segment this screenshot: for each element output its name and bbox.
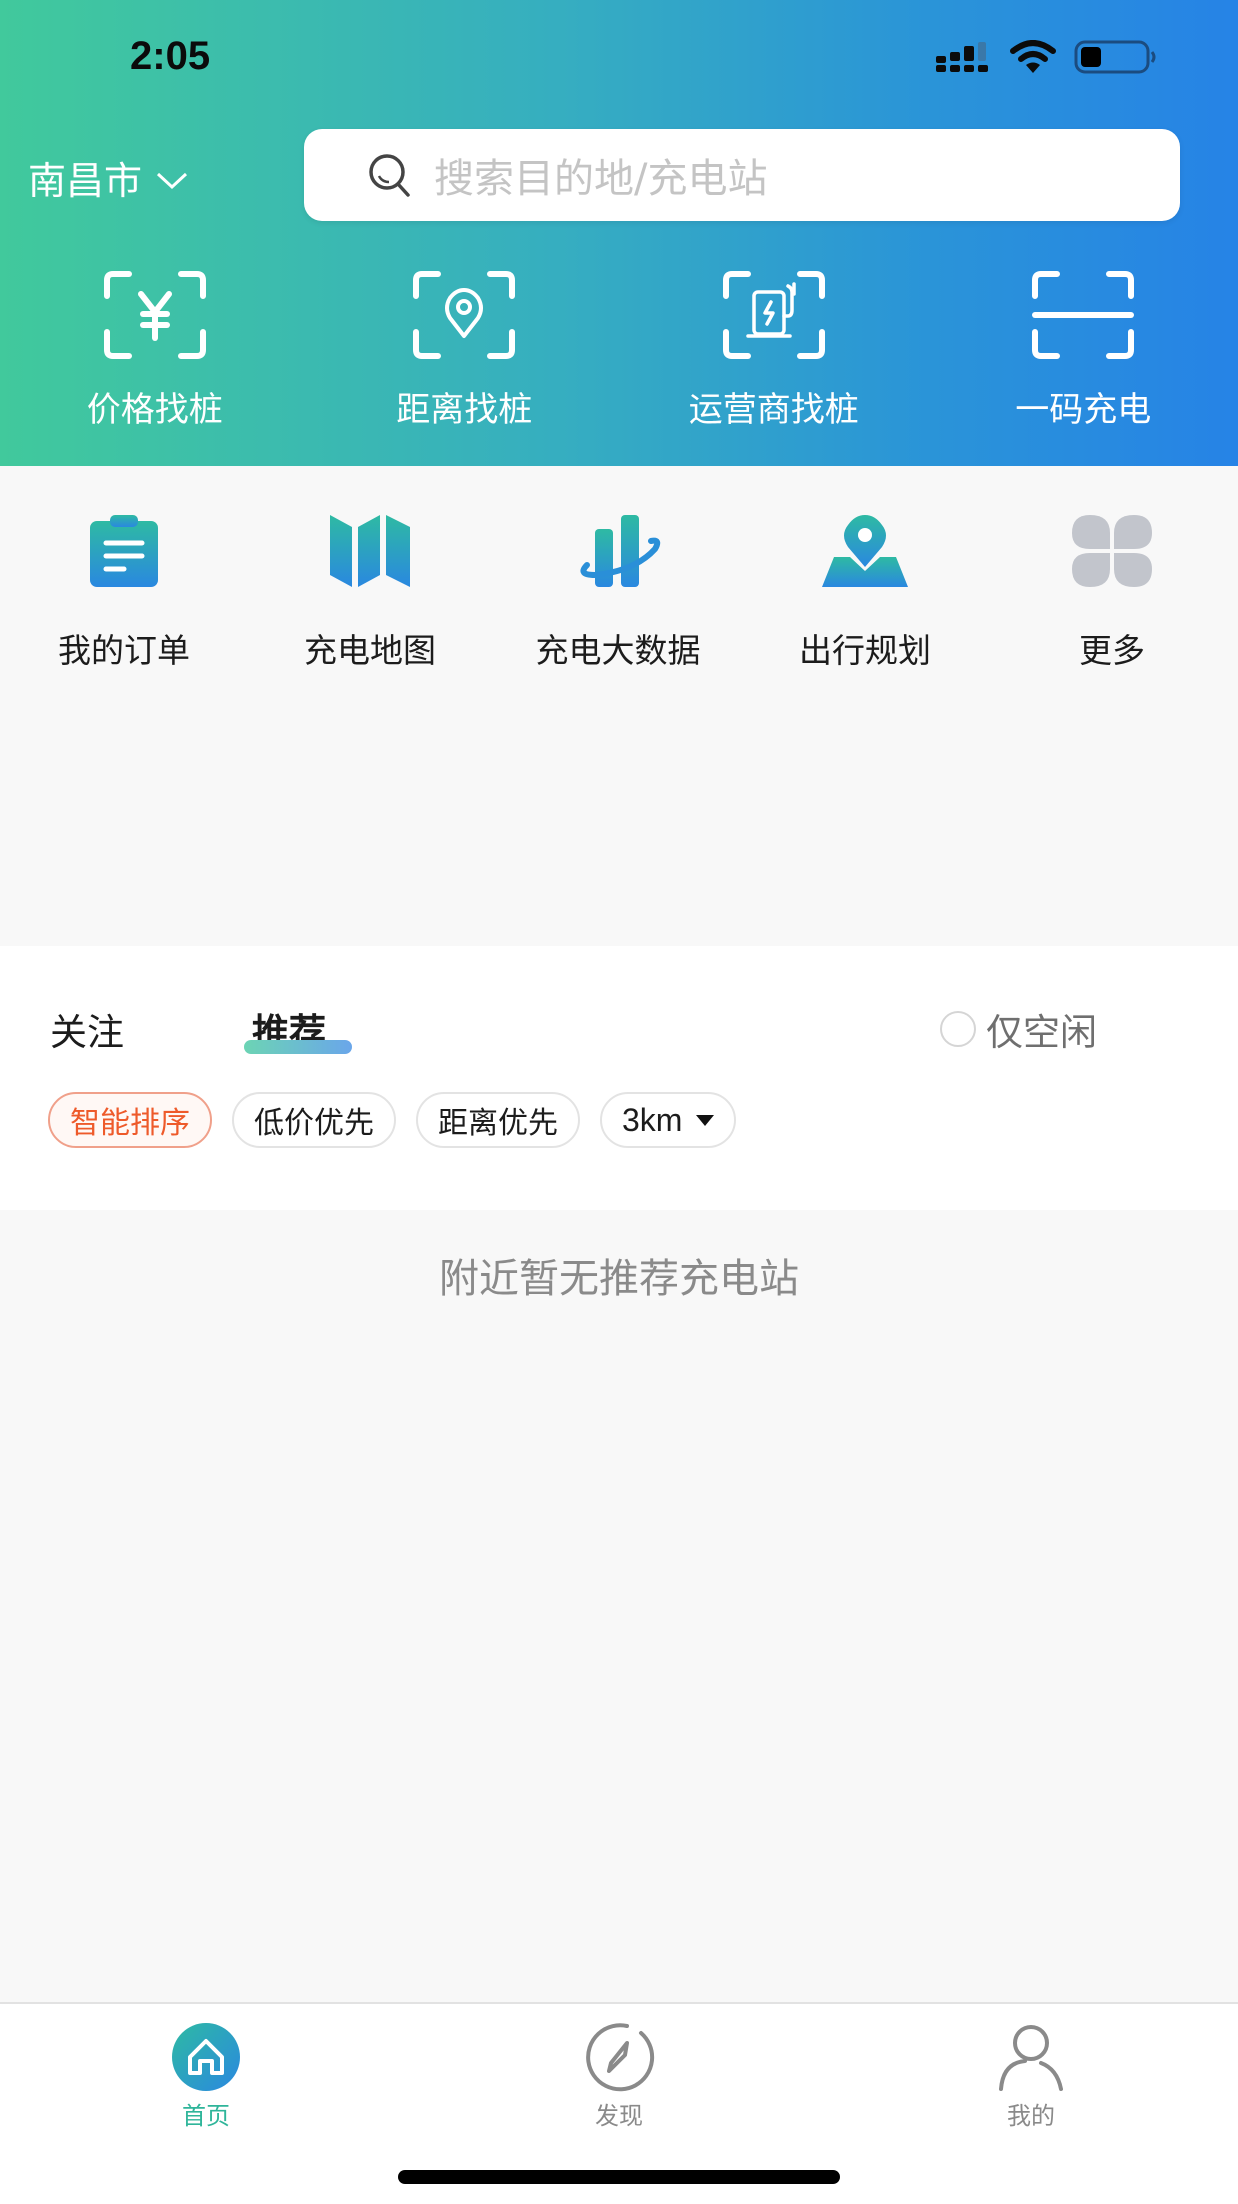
service-label: 更多: [1079, 631, 1145, 670]
header: 2:05 南昌市 搜索目的地/充电站 价格找桩 距离找桩 运营商找桩 一码充电: [0, 0, 1238, 466]
radio-icon: [940, 1011, 976, 1047]
quick-action-label: 运营商找桩: [688, 390, 859, 430]
service-label: 我的订单: [58, 631, 190, 670]
filter-distance-first[interactable]: 距离优先: [416, 1092, 580, 1148]
idle-only-label: 仅空闲: [986, 1011, 1097, 1054]
quick-action-operator[interactable]: 运营商找桩: [619, 270, 929, 431]
quick-action-scan[interactable]: 一码充电: [929, 270, 1238, 431]
wifi-icon: [1010, 40, 1056, 78]
user-icon: [994, 2020, 1068, 2094]
tabbar-label: 我的: [1007, 2102, 1055, 2130]
yen-scan-icon: [103, 270, 207, 360]
filter-smart-sort[interactable]: 智能排序: [48, 1092, 212, 1148]
quick-action-label: 价格找桩: [86, 390, 223, 430]
active-tab-indicator: [244, 1040, 352, 1054]
filter-label: 距离优先: [438, 1106, 558, 1141]
filter-label: 3km: [622, 1101, 683, 1138]
search-icon: [364, 149, 416, 201]
map-icon: [320, 506, 420, 596]
search-input[interactable]: 搜索目的地/充电站: [304, 129, 1180, 221]
charger-scan-icon: [722, 270, 826, 360]
quick-actions: 价格找桩 距离找桩 运营商找桩 一码充电: [0, 270, 1238, 431]
filter-label: 低价优先: [254, 1106, 374, 1141]
services-section: 我的订单 充电地图 充电大数据 出行规划 更多: [0, 466, 1238, 946]
tabbar-discover[interactable]: 发现: [539, 2020, 699, 2131]
service-my-orders[interactable]: 我的订单: [24, 506, 224, 672]
status-time: 2:05: [130, 34, 211, 78]
city-name: 南昌市: [28, 159, 143, 203]
filter-label: 智能排序: [70, 1106, 190, 1141]
tab-follow[interactable]: 关注: [50, 1002, 124, 1056]
idle-only-checkbox[interactable]: 仅空闲: [940, 1002, 1097, 1056]
location-pin-icon: [815, 506, 915, 596]
filter-low-price[interactable]: 低价优先: [232, 1092, 396, 1148]
home-indicator[interactable]: [398, 2170, 840, 2184]
status-icons: [936, 40, 1158, 78]
service-charging-map[interactable]: 充电地图: [270, 506, 470, 672]
more-grid-icon: [1062, 506, 1162, 596]
search-placeholder: 搜索目的地/充电站: [434, 156, 768, 202]
tabbar-mine[interactable]: 我的: [951, 2020, 1111, 2131]
clipboard-icon: [74, 506, 174, 596]
city-selector[interactable]: 南昌市: [28, 150, 188, 205]
tabbar-label: 发现: [595, 2102, 643, 2130]
data-chart-icon: [568, 506, 668, 596]
station-list-panel: 关注 推荐 仅空闲 智能排序 低价优先 距离优先 3km: [0, 946, 1238, 1210]
filter-radius-dropdown[interactable]: 3km: [600, 1092, 737, 1148]
chevron-down-icon: [156, 156, 188, 200]
quick-action-distance[interactable]: 距离找桩: [310, 270, 620, 431]
caret-down-icon: [696, 1114, 715, 1126]
tabbar-home[interactable]: 首页: [126, 2020, 286, 2131]
qr-scan-icon: [1031, 270, 1135, 360]
cellular-signal-icon: [936, 42, 992, 76]
quick-action-label: 一码充电: [1015, 390, 1152, 430]
empty-message: 附近暂无推荐充电站: [439, 1256, 799, 1302]
service-charging-big-data[interactable]: 充电大数据: [518, 506, 718, 672]
tabbar-label: 首页: [182, 2102, 230, 2130]
service-more[interactable]: 更多: [1012, 506, 1212, 672]
battery-icon: [1074, 40, 1158, 78]
service-label: 出行规划: [799, 631, 931, 670]
service-label: 充电地图: [304, 631, 436, 670]
empty-state: 附近暂无推荐充电站: [0, 1210, 1238, 2000]
quick-action-price[interactable]: 价格找桩: [0, 270, 310, 431]
service-label: 充电大数据: [535, 631, 701, 670]
quick-action-label: 距离找桩: [396, 390, 533, 430]
compass-icon: [582, 2020, 656, 2094]
sort-filters: 智能排序 低价优先 距离优先 3km: [48, 1092, 737, 1148]
home-icon: [169, 2020, 243, 2094]
location-scan-icon: [412, 270, 516, 360]
service-trip-planning[interactable]: 出行规划: [765, 506, 965, 672]
